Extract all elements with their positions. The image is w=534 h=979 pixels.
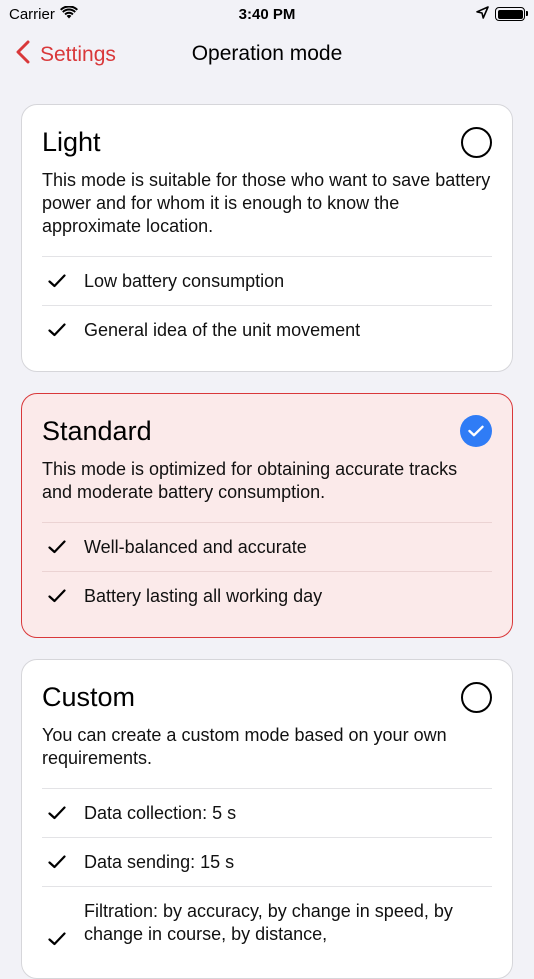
- chevron-left-icon: [16, 40, 30, 70]
- checkmark-icon: [48, 589, 68, 603]
- nav-bar: Settings Operation mode: [0, 28, 534, 82]
- checkmark-icon: [48, 806, 68, 820]
- feature-row: Filtration: by accuracy, by change in sp…: [42, 886, 492, 956]
- checkmark-icon: [48, 855, 68, 869]
- mode-card-custom[interactable]: Custom You can create a custom mode base…: [21, 659, 513, 979]
- feature-row: General idea of the unit movement: [42, 305, 492, 354]
- feature-row: Data collection: 5 s: [42, 788, 492, 837]
- status-right: [476, 5, 528, 23]
- mode-title: Custom: [42, 681, 136, 712]
- checkmark-icon: [48, 274, 68, 288]
- carrier-label: Carrier: [9, 5, 55, 23]
- radio-unselected-icon[interactable]: [461, 126, 492, 158]
- card-header: Custom: [42, 680, 492, 714]
- feature-label: Battery lasting all working day: [84, 585, 323, 606]
- radio-unselected-icon[interactable]: [461, 681, 492, 713]
- mode-title: Light: [42, 126, 101, 157]
- feature-label: Data sending: 15 s: [84, 851, 235, 872]
- mode-title: Standard: [42, 415, 152, 446]
- feature-label: Well-balanced and accurate: [84, 536, 307, 557]
- checkmark-icon: [48, 323, 68, 337]
- feature-label: General idea of the unit movement: [84, 319, 361, 340]
- mode-description: You can create a custom mode based on yo…: [42, 725, 447, 768]
- status-left: Carrier: [9, 4, 78, 23]
- mode-card-standard[interactable]: Standard This mode is optimized for obta…: [21, 393, 513, 638]
- mode-card-light[interactable]: Light This mode is suitable for those wh…: [21, 104, 513, 372]
- battery-icon: [495, 7, 528, 21]
- back-label: Settings: [40, 43, 116, 66]
- status-time: 3:40 PM: [238, 5, 296, 23]
- checkmark-icon: [48, 932, 68, 946]
- status-bar: Carrier 3:40 PM: [0, 0, 534, 28]
- feature-row: Battery lasting all working day: [42, 571, 492, 620]
- location-arrow-icon: [476, 5, 489, 23]
- mode-description: This mode is suitable for those who want…: [42, 170, 491, 236]
- mode-description: This mode is optimized for obtaining acc…: [42, 459, 458, 502]
- radio-selected-icon[interactable]: [460, 415, 492, 447]
- card-header: Light: [42, 125, 492, 159]
- feature-row: Low battery consumption: [42, 256, 492, 305]
- card-header: Standard: [42, 414, 492, 448]
- feature-label: Data collection: 5 s: [84, 802, 237, 823]
- feature-label: Filtration: by accuracy, by change in sp…: [84, 901, 453, 944]
- checkmark-icon: [48, 540, 68, 554]
- feature-row: Well-balanced and accurate: [42, 522, 492, 571]
- feature-label: Low battery consumption: [84, 270, 285, 291]
- back-button[interactable]: Settings: [16, 40, 116, 70]
- wifi-icon: [59, 4, 78, 23]
- feature-row: Data sending: 15 s: [42, 837, 492, 886]
